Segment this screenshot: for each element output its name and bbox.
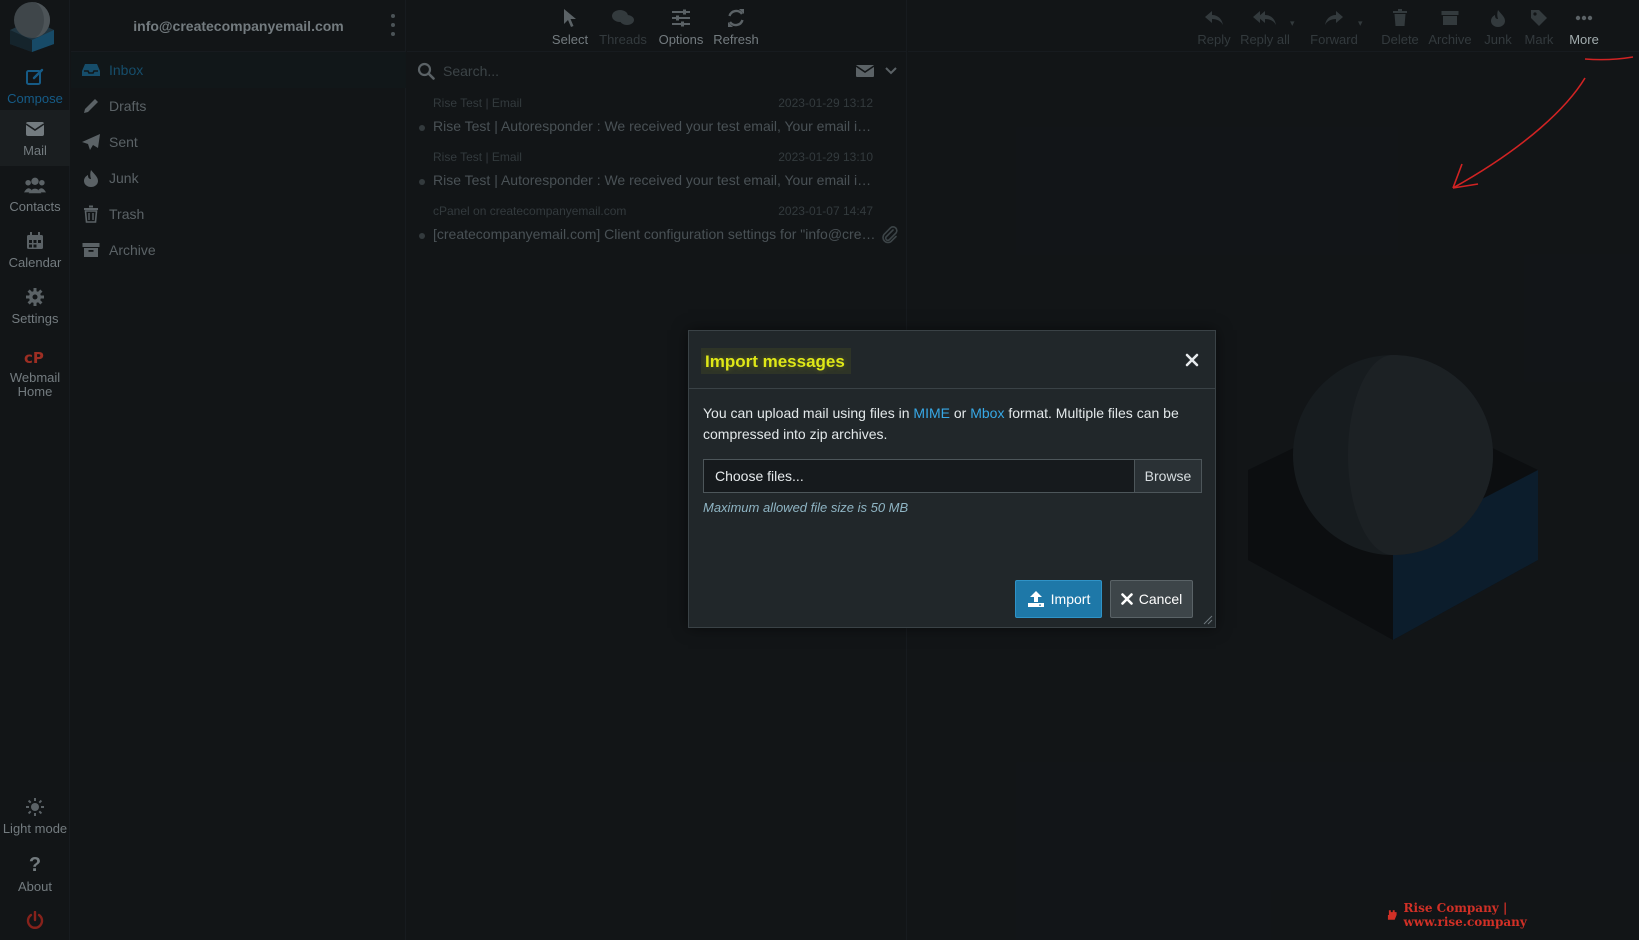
resize-grip-icon[interactable]: [1203, 615, 1213, 625]
description-text-1: You can upload mail using files in: [703, 405, 914, 421]
dialog-title: Import messages: [705, 352, 845, 371]
cancel-button[interactable]: Cancel: [1110, 580, 1193, 618]
import-label: Import: [1050, 591, 1091, 607]
close-icon: [1185, 353, 1199, 367]
mime-link[interactable]: MIME: [913, 405, 950, 421]
upload-icon: [1027, 591, 1044, 607]
mbox-link[interactable]: Mbox: [970, 405, 1004, 421]
dialog-description: You can upload mail using files in MIME …: [703, 403, 1198, 445]
browse-button[interactable]: Browse: [1134, 459, 1202, 493]
dialog-header: Import messages: [689, 331, 1215, 389]
file-picker: Choose files... Browse: [703, 459, 1202, 493]
description-or: or: [949, 405, 971, 421]
file-input[interactable]: Choose files...: [703, 459, 1134, 493]
close-icon: [1120, 593, 1133, 605]
cancel-label: Cancel: [1138, 591, 1183, 607]
import-button[interactable]: Import: [1015, 580, 1102, 618]
file-size-hint: Maximum allowed file size is 50 MB: [703, 500, 909, 515]
close-button[interactable]: [1183, 351, 1201, 369]
import-messages-dialog: Import messages You can upload mail usin…: [688, 330, 1216, 628]
